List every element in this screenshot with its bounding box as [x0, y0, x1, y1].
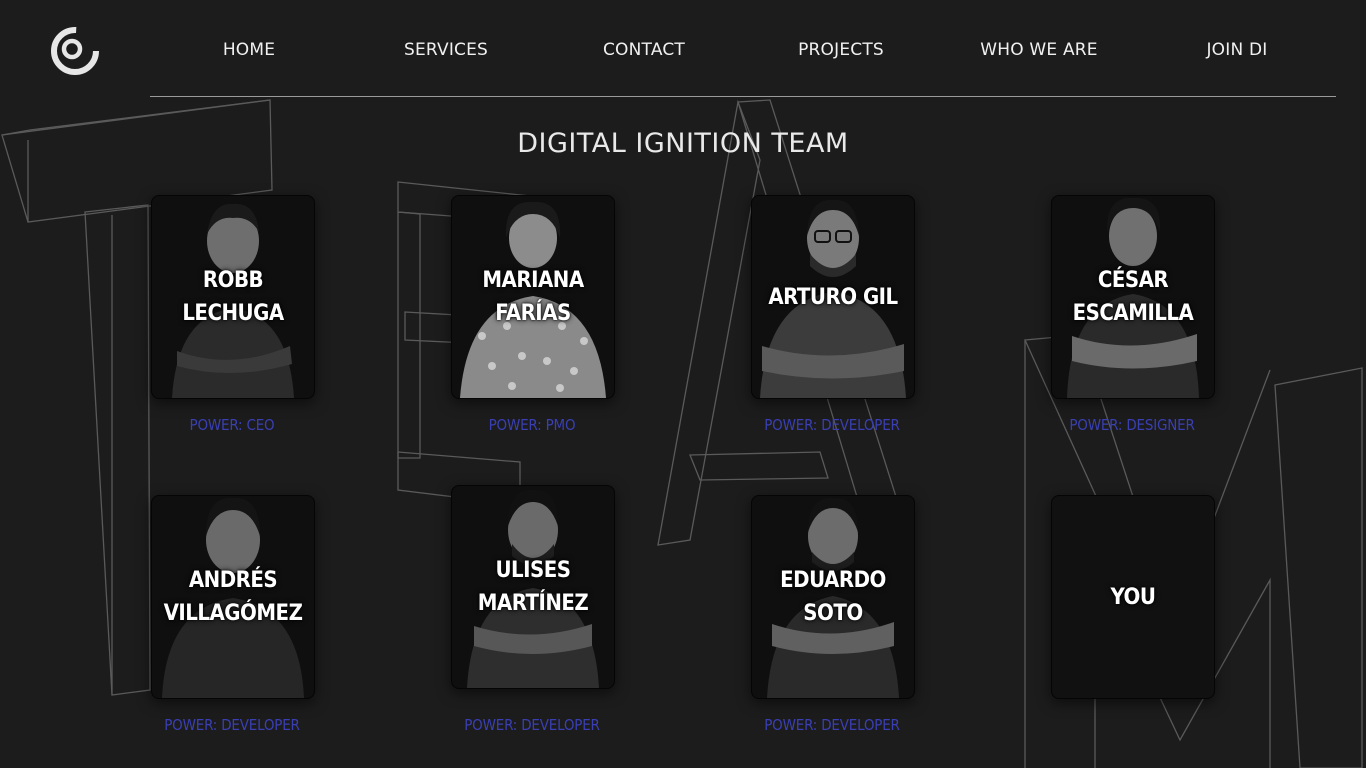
page-title: DIGITAL IGNITION TEAM — [517, 128, 849, 159]
digital-ignition-logo-icon[interactable] — [48, 24, 102, 78]
top-navigation: HOME SERVICES CONTACT PROJECTS WHO WE AR… — [150, 28, 1336, 72]
nav-services[interactable]: SERVICES — [347, 28, 545, 72]
nav-projects[interactable]: PROJECTS — [742, 28, 940, 72]
member-name: ANDRÉS VILLAGÓMEZ — [163, 568, 303, 626]
team-card-cesar-escamilla[interactable]: CÉSAR ESCAMILLA — [1051, 195, 1215, 399]
member-name: YOU — [1110, 584, 1156, 610]
nav-divider — [150, 96, 1336, 97]
team-card-ulises-martinez[interactable]: ULISES MARTÍNEZ — [451, 485, 615, 689]
team-card-robb-lechuga[interactable]: ROBB LECHUGA — [151, 195, 315, 399]
team-card-mariana-farias[interactable]: MARIANA FARÍAS — [451, 195, 615, 399]
nav-home[interactable]: HOME — [150, 28, 348, 72]
team-card-eduardo-soto[interactable]: EDUARDO SOTO — [751, 495, 915, 699]
nav-contact[interactable]: CONTACT — [545, 28, 743, 72]
team-card-you[interactable]: YOU — [1051, 495, 1215, 699]
member-role: POWER: CEO — [189, 416, 275, 434]
member-name: MARIANA FARÍAS — [482, 268, 584, 326]
member-role: POWER: DEVELOPER — [464, 716, 600, 734]
member-name: ARTURO GIL — [768, 284, 898, 310]
member-role: POWER: PMO — [488, 416, 576, 434]
team-card-arturo-gil[interactable]: ARTURO GIL — [751, 195, 915, 399]
member-name: ULISES MARTÍNEZ — [477, 558, 589, 616]
nav-who-we-are[interactable]: WHO WE ARE — [940, 28, 1138, 72]
team-card-andres-villagomez[interactable]: ANDRÉS VILLAGÓMEZ — [151, 495, 315, 699]
member-role: POWER: DEVELOPER — [764, 416, 900, 434]
member-name: CÉSAR ESCAMILLA — [1072, 268, 1194, 326]
nav-join-di[interactable]: JOIN DI — [1138, 28, 1336, 72]
member-name: EDUARDO SOTO — [780, 568, 886, 626]
member-role: POWER: DESIGNER — [1069, 416, 1195, 434]
member-role: POWER: DEVELOPER — [164, 716, 300, 734]
member-role: POWER: DEVELOPER — [764, 716, 900, 734]
member-name: ROBB LECHUGA — [182, 268, 284, 326]
